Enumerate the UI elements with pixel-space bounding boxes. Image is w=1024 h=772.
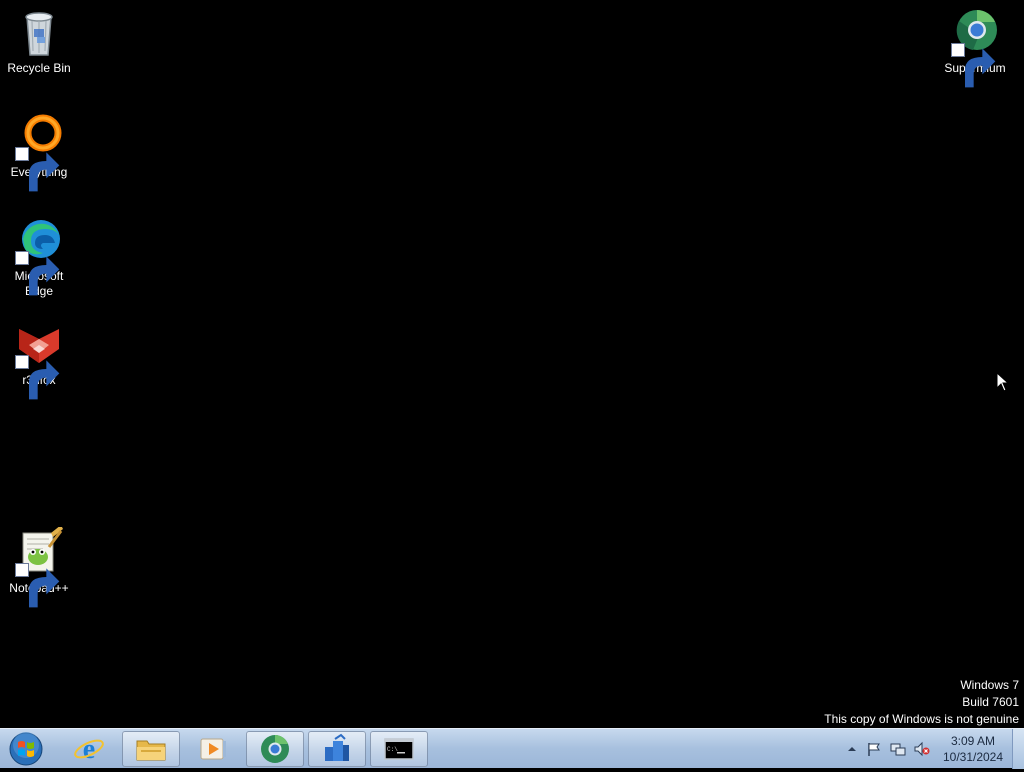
desktop[interactable]: Recycle Bin Everything Microsoft <box>0 0 1024 728</box>
desktop-icon-everything[interactable]: Everything <box>1 107 77 192</box>
show-hidden-icons-arrow-icon[interactable] <box>844 741 860 757</box>
file-explorer-icon <box>136 740 166 761</box>
network-app-icon <box>325 733 349 761</box>
show-desktop-button[interactable] <box>1012 729 1024 769</box>
taskbar-button-file-explorer[interactable] <box>122 731 180 767</box>
internet-explorer-icon: e <box>74 734 104 765</box>
notepad-plus-plus-icon <box>13 527 65 608</box>
desktop-icon-label: Recycle Bin <box>7 61 71 75</box>
edge-icon <box>13 215 65 296</box>
taskbar: e C:\ 3:09 AM 10/31/2024 <box>0 728 1024 769</box>
shortcut-arrow-icon <box>15 355 60 400</box>
action-center-flag-icon[interactable] <box>866 741 882 757</box>
everything-icon <box>13 111 65 192</box>
taskbar-button-media-player[interactable] <box>184 731 242 767</box>
windows-genuine-watermark: Windows 7 Build 7601 This copy of Window… <box>824 677 1019 728</box>
svg-text:e: e <box>83 734 95 765</box>
supermium-icon <box>949 7 1001 88</box>
windows-start-orb-icon <box>9 732 43 766</box>
start-button[interactable] <box>6 731 46 767</box>
desktop-icon-microsoft-edge[interactable]: Microsoft Edge <box>1 211 77 299</box>
desktop-icon-notepad-plus-plus[interactable]: Notepad++ <box>1 523 77 608</box>
desktop-icon-r3dfox[interactable]: r3dfox <box>1 315 77 400</box>
media-player-icon <box>200 738 226 760</box>
taskbar-button-internet-explorer[interactable]: e <box>60 731 118 767</box>
taskbar-button-network-app[interactable] <box>308 731 366 767</box>
desktop-icon-recycle-bin[interactable]: Recycle Bin <box>1 3 77 76</box>
taskbar-button-supermium[interactable] <box>246 731 304 767</box>
desktop-icon-supermium[interactable]: Supermium <box>937 3 1013 88</box>
shortcut-arrow-icon <box>15 147 60 192</box>
clock-time: 3:09 AM <box>950 734 996 748</box>
volume-muted-icon[interactable] <box>914 741 930 757</box>
watermark-build: Build 7601 <box>962 695 1019 709</box>
network-icon[interactable] <box>890 741 906 757</box>
shortcut-arrow-icon <box>951 43 996 88</box>
watermark-genuine-notice: This copy of Windows is not genuine <box>824 712 1019 726</box>
recycle-bin-icon <box>13 7 65 59</box>
mouse-pointer-icon <box>996 372 1010 392</box>
system-clock[interactable]: 3:09 AM 10/31/2024 <box>929 733 1017 765</box>
svg-text:C:\: C:\ <box>387 746 398 753</box>
supermium-icon <box>261 735 289 763</box>
taskbar-button-command-prompt[interactable]: C:\ <box>370 731 428 767</box>
shortcut-arrow-icon <box>15 251 60 296</box>
watermark-os-name: Windows 7 <box>960 678 1019 692</box>
shortcut-arrow-icon <box>15 563 60 608</box>
clock-date: 10/31/2024 <box>942 750 1004 764</box>
r3dfox-icon <box>13 319 65 400</box>
command-prompt-icon: C:\ <box>384 738 414 760</box>
